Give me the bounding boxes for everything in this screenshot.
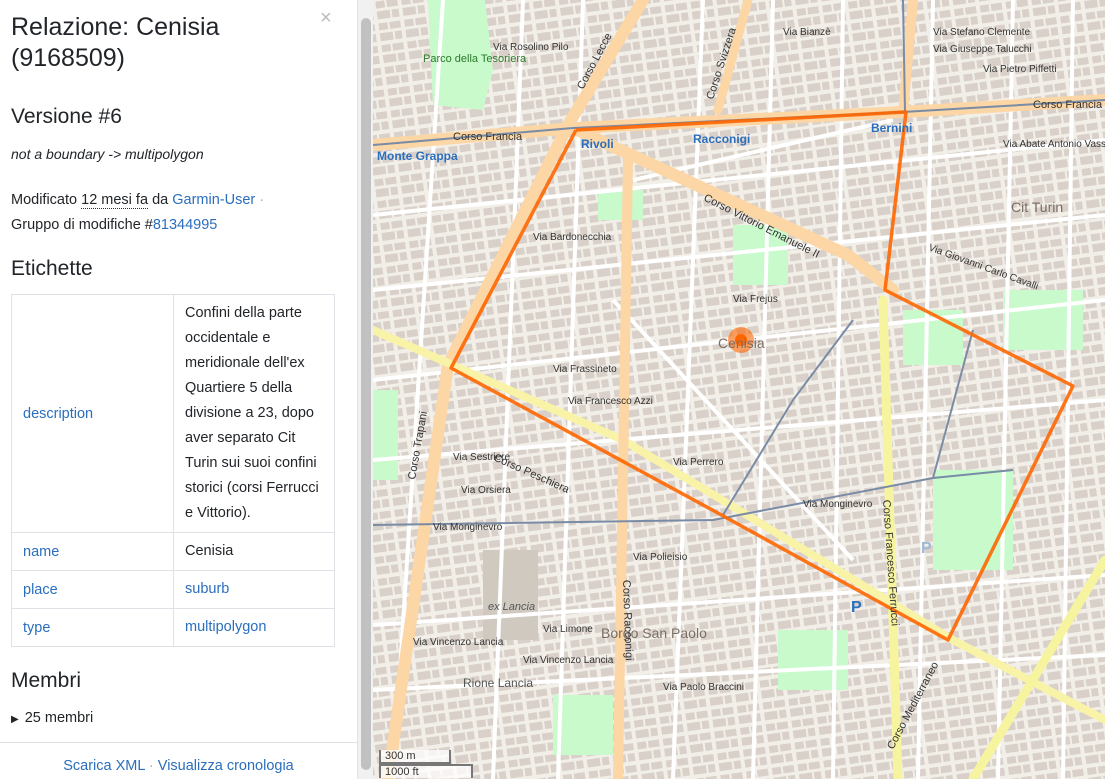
changeset-link[interactable]: 81344995 — [153, 217, 218, 233]
station-label: Rivoli — [581, 137, 614, 151]
street-label: Via Perrero — [673, 457, 724, 468]
user-link[interactable]: Garmin-User — [172, 192, 255, 208]
street-label: Via Giuseppe Talucchi — [933, 44, 1032, 55]
table-row: place suburb — [11, 570, 335, 609]
tag-key-link[interactable]: place — [11, 570, 174, 609]
tag-value: Cenisia — [173, 532, 335, 571]
history-link[interactable]: Visualizza cronologia — [158, 758, 294, 774]
footer-divider — [0, 742, 357, 743]
parking-icon: P — [921, 540, 932, 557]
page-title: Relazione: Cenisia (9168509) — [11, 13, 220, 72]
tag-value-link[interactable]: suburb — [173, 570, 335, 609]
district-label: Borgo San Paolo — [601, 625, 707, 641]
street-label: Corso Francia — [453, 131, 523, 143]
version-meta: Modificato 12 mesi fa da Garmin-User · G… — [11, 188, 311, 238]
changeset-comment: not a boundary -> multipolygon — [11, 146, 204, 162]
street-label: Via Francesco Azzi — [568, 396, 653, 407]
tag-key-link[interactable]: name — [11, 532, 174, 571]
separator: · — [259, 192, 265, 208]
table-row: description Confini della parte occident… — [11, 294, 335, 533]
street-label: Via Stefano Clemente — [933, 27, 1031, 38]
street-label: Via Paolo Braccini — [663, 682, 744, 693]
members-toggle[interactable]: ▶ 25 membri — [11, 710, 93, 726]
download-xml-link[interactable]: Scarica XML — [63, 758, 145, 774]
street-label: Corso Francia — [1033, 99, 1103, 111]
parking-icon: P — [851, 599, 862, 616]
street-label: Via Orsiera — [461, 485, 511, 496]
separator: · — [148, 758, 154, 774]
close-icon[interactable]: × — [320, 8, 332, 28]
members-heading: Membri — [11, 669, 82, 692]
area-label: Rione Lancia — [463, 676, 533, 690]
modified-time: 12 mesi fa — [81, 192, 149, 209]
version-heading: Versione #6 — [11, 105, 122, 128]
tag-key-link[interactable]: description — [11, 294, 174, 533]
street-label: Via Frejus — [733, 294, 778, 305]
district-label: Cit Turin — [1011, 199, 1063, 215]
station-label: Bernini — [871, 121, 912, 135]
changeset-prefix: Gruppo di modifiche # — [11, 217, 153, 233]
sidebar-scrollbar[interactable] — [357, 0, 373, 779]
tag-key-link[interactable]: type — [11, 608, 174, 647]
disclosure-triangle-icon: ▶ — [11, 714, 19, 725]
sidebar: × Relazione: Cenisia (9168509) Versione … — [0, 0, 357, 779]
street-label: Via Monginevro — [433, 522, 503, 533]
modified-prefix: Modificato — [11, 192, 78, 208]
table-row: type multipolygon — [11, 608, 335, 647]
station-label: Monte Grappa — [377, 149, 458, 163]
street-label: Via Rosolino Pilo — [493, 42, 569, 53]
table-row: name Cenisia — [11, 532, 335, 571]
tag-value-link[interactable]: multipolygon — [173, 608, 335, 647]
street-label: Via Limone — [543, 624, 593, 635]
area-label: ex Lancia — [488, 601, 535, 613]
map-canvas[interactable]: Cenisia Borgo San Paolo Cit Turin Monte … — [373, 0, 1105, 779]
modified-by-prefix: da — [152, 192, 169, 208]
tags-heading: Etichette — [11, 257, 93, 280]
street-label: Via Bianzè — [783, 27, 831, 38]
park-label: Parco della Tesoriera — [423, 53, 527, 65]
district-label: Cenisia — [718, 335, 765, 351]
street-label: Via Vincenzo Lancia — [523, 655, 614, 666]
tag-value: Confini della parte occidentale e meridi… — [173, 294, 335, 533]
street-label: Via Vincenzo Lancia — [413, 637, 504, 648]
members-count: 25 membri — [24, 710, 94, 726]
street-label: Via Monginevro — [803, 499, 873, 510]
street-label: Via Bardonecchia — [533, 232, 612, 243]
station-label: Racconigi — [693, 132, 750, 146]
street-label: Via Frassineto — [553, 364, 617, 375]
tags-table: description Confini della parte occident… — [11, 294, 335, 647]
scrollbar-thumb[interactable] — [361, 18, 371, 770]
sidebar-footer: Scarica XML · Visualizza cronologia — [0, 758, 357, 774]
street-label: Via Polieisio — [633, 552, 688, 563]
map-view[interactable]: Cenisia Borgo San Paolo Cit Turin Monte … — [373, 0, 1105, 779]
street-label: Via Sestriere — [453, 452, 511, 463]
scale-imperial: 1000 ft — [379, 764, 473, 778]
street-label: Via Pietro Piffetti — [983, 64, 1057, 75]
scale-metric: 300 m — [379, 750, 451, 764]
map-scale: 300 m 1000 ft — [379, 750, 473, 778]
street-label: Via Abate Antonio Vassalli — [1003, 139, 1105, 150]
